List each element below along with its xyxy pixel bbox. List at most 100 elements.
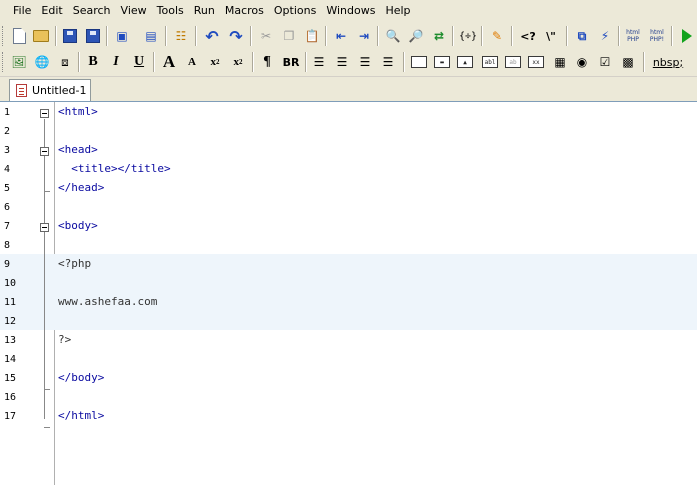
menu-edit[interactable]: Edit [36,0,67,21]
button-tag-icon: xx [528,56,544,68]
code-line[interactable]: 9 <?php [0,254,697,273]
file-tree-button[interactable]: ☷ [170,25,192,47]
undo-button[interactable]: ↶ [201,25,223,47]
find-next-button[interactable]: 🔎 [405,25,427,47]
menu-windows[interactable]: Windows [321,0,380,21]
code-line[interactable]: 5 </head> [0,178,697,197]
menu-tools[interactable]: Tools [152,0,189,21]
toolbar-grip[interactable] [2,52,5,72]
code-line[interactable]: 13 ?> [0,330,697,349]
fold-toggle-head[interactable] [40,147,49,156]
code-line[interactable]: 1 <html> [0,102,697,121]
table-icon: ▩ [622,55,634,69]
paragraph-button[interactable]: ¶ [256,51,278,73]
image-tag-icon: ▲ [457,56,473,68]
justify-button[interactable]: ☰ [377,51,399,73]
insert-nbsp-button[interactable]: nbsp; [648,51,688,73]
run-button[interactable] [676,25,697,47]
paste-button[interactable]: 📋 [301,25,323,47]
italic-button[interactable]: I [105,51,127,73]
syntax-icon: ⚡ [600,29,610,43]
cut-button[interactable]: ✂ [255,25,277,47]
close-all-button[interactable]: ▤ [140,25,162,47]
insert-radio-button[interactable]: ◉ [571,51,593,73]
outdent-button[interactable]: ⇤ [330,25,352,47]
insert-checkbox-button[interactable]: ☑ [594,51,616,73]
subscript-button[interactable]: x2 [204,51,226,73]
insert-link-button[interactable]: 🌐 [31,51,53,73]
tab-untitled-1[interactable]: Untitled-1 [9,79,91,101]
toolbar-grip[interactable] [2,26,5,46]
menu-macros[interactable]: Macros [220,0,269,21]
code-line[interactable]: 15 </body> [0,368,697,387]
font-smaller-button[interactable]: A [181,51,203,73]
menu-file[interactable]: File [8,0,36,21]
redo-button[interactable]: ↷ [225,25,247,47]
code-line[interactable]: 10 [0,273,697,292]
code-line[interactable]: 2 [0,121,697,140]
highlight-button[interactable]: ✎ [486,25,508,47]
line-number: 15 [4,373,17,384]
fold-toggle-body[interactable] [40,223,49,232]
code-editor[interactable]: 1 <html> 2 3 <head> 4 <title></title> 5 </head>… [0,101,697,485]
indent-button[interactable]: ⇥ [353,25,375,47]
insert-button-tag-button[interactable]: xx [525,51,547,73]
replace-button[interactable]: ⇄ [428,25,450,47]
superscript-mark: 2 [239,58,243,66]
match-brace-button[interactable]: {÷} [457,25,479,47]
code-line[interactable]: 16 [0,387,697,406]
menu-options[interactable]: Options [269,0,321,21]
find-button[interactable]: 🔍 [382,25,404,47]
insert-table-button[interactable]: ▩ [617,51,639,73]
code-line[interactable]: 17 </html> [0,406,697,425]
fold-toggle-html[interactable] [40,109,49,118]
menu-run[interactable]: Run [189,0,220,21]
font-larger-button[interactable]: A [158,51,180,73]
underline-button[interactable]: U [128,51,150,73]
menu-view[interactable]: View [116,0,152,21]
code-line[interactable]: 4 <title></title> [0,159,697,178]
align-right-icon: ☰ [359,55,371,69]
code-line[interactable]: 6 [0,197,697,216]
save-button[interactable] [59,25,81,47]
copy-button[interactable]: ❐ [278,25,300,47]
browse-button[interactable]: ⧉ [571,25,593,47]
copy-icon: ❐ [283,29,295,43]
align-right-button[interactable]: ☰ [354,51,376,73]
menu-search[interactable]: Search [68,0,116,21]
insert-textbox-button[interactable]: ab [502,51,524,73]
code-line[interactable]: 7 <body> [0,216,697,235]
bold-button[interactable]: B [82,51,104,73]
code-line[interactable]: 8 [0,235,697,254]
code-line[interactable]: 14 [0,349,697,368]
escape-quote-button[interactable]: \" [540,25,562,47]
php-tag-button[interactable]: <? [517,25,539,47]
insert-label-button[interactable]: abl [479,51,501,73]
superscript-button[interactable]: x2 [227,51,249,73]
insert-window-button[interactable] [408,51,430,73]
code-line[interactable]: 12 [0,311,697,330]
save-all-button[interactable] [82,25,104,47]
find-next-icon: 🔎 [408,29,424,43]
html-to-php-echo-button[interactable]: html PHP! [646,25,668,47]
insert-select-button[interactable]: ▦ [549,51,571,73]
new-file-button[interactable] [8,25,30,47]
align-center-button[interactable]: ☰ [331,51,353,73]
code-line[interactable]: 3 <head> [0,140,697,159]
close-file-button[interactable]: ▣ [111,25,133,47]
open-file-button[interactable] [30,25,52,47]
braces-icon: {÷} [458,30,478,42]
html-to-php-button[interactable]: html PHP [622,25,644,47]
toolbar-separator [481,26,483,46]
line-number: 10 [4,278,17,289]
insert-image-tag-button[interactable]: ▲ [454,51,476,73]
line-break-button[interactable]: BR [279,51,303,73]
menu-help[interactable]: Help [380,0,415,21]
code-line[interactable]: 11 www.ashefaa.com [0,292,697,311]
insert-anchor-button[interactable]: ⧈ [54,51,76,73]
align-left-button[interactable]: ☰ [308,51,330,73]
insert-image-button[interactable]: 🖼 [8,51,30,73]
syntax-button[interactable]: ⚡ [594,25,616,47]
insert-hr-button[interactable]: ▬ [431,51,453,73]
main-toolbar: ▣ ▤ ☷ ↶ ↷ ✂ ❐ 📋 ⇤ ⇥ 🔍 🔎 ⇄ {÷} ✎ <? \" ⧉ … [0,23,697,49]
